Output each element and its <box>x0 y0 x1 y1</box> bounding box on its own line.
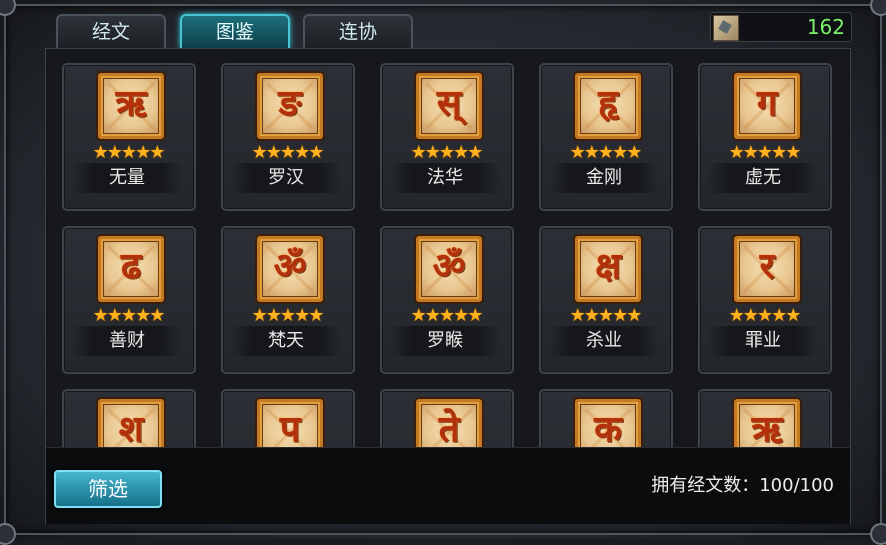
sanskrit-glyph: र <box>759 245 775 287</box>
frame-rivet-icon <box>870 523 886 545</box>
filter-button[interactable]: 筛选 <box>54 470 162 508</box>
sutra-emblem-icon: क <box>575 399 641 447</box>
star-rating: ★★★★★ <box>237 306 339 326</box>
sutra-name: 梵天 <box>231 326 341 356</box>
frame-rivet-icon <box>0 523 16 545</box>
star-rating: ★★★★★ <box>396 306 498 326</box>
sutra-card[interactable]: स् ★★★★★ 法华 <box>380 63 514 211</box>
sanskrit-glyph: प <box>279 408 301 447</box>
sanskrit-glyph: ङ <box>278 82 302 124</box>
sanskrit-glyph: स् <box>436 82 462 124</box>
sutra-name: 杀业 <box>549 326 659 356</box>
sutra-card[interactable]: क्ष ★★★★★ 杀业 <box>539 226 673 374</box>
sanskrit-glyph: क <box>594 408 622 447</box>
sutra-card[interactable]: प <box>221 389 355 447</box>
sutra-card[interactable]: ऋ ★★★★★ 无量 <box>62 63 196 211</box>
resource-counter: 162 <box>710 12 852 42</box>
star-rating: ★★★★★ <box>396 143 498 163</box>
star-icon: ★ <box>308 142 325 163</box>
sutra-card[interactable]: हृ ★★★★★ 金刚 <box>539 63 673 211</box>
tab-sutras[interactable]: 经文 <box>56 14 166 48</box>
star-icon: ★ <box>626 142 643 163</box>
star-rating: ★★★★★ <box>78 306 180 326</box>
sutra-emblem-icon: हृ <box>575 73 641 139</box>
tab-synergy[interactable]: 连协 <box>303 14 413 48</box>
sanskrit-glyph: ॐ <box>432 245 466 287</box>
sutra-name: 罗睺 <box>390 326 500 356</box>
sanskrit-glyph: ऋ <box>751 408 783 447</box>
sutra-emblem-icon: स् <box>416 73 482 139</box>
sutra-emblem-icon: ङ <box>257 73 323 139</box>
sutra-name: 金刚 <box>549 163 659 193</box>
sanskrit-glyph: ते <box>438 408 460 447</box>
sutra-card[interactable]: ग ★★★★★ 虚无 <box>698 63 832 211</box>
sutra-emblem-icon: क्ष <box>575 236 641 302</box>
sanskrit-glyph: ग <box>756 82 778 124</box>
sutra-card[interactable]: ऋ <box>698 389 832 447</box>
star-rating: ★★★★★ <box>78 143 180 163</box>
owned-count: 拥有经文数：100/100 <box>651 475 834 496</box>
star-icon: ★ <box>785 305 802 326</box>
card-grid[interactable]: ऋ ★★★★★ 无量 ङ ★★★★★ 罗汉 स् ★★★★★ 法华 हृ ★★★★★ 金刚 ग ★★★★★… <box>46 49 850 447</box>
star-rating: ★★★★★ <box>714 143 816 163</box>
star-rating: ★★★★★ <box>555 306 657 326</box>
bottom-bar: 筛选 拥有经文数：100/100 <box>46 447 850 524</box>
sutra-name: 虚无 <box>708 163 818 193</box>
sutra-emblem-icon: ऋ <box>98 73 164 139</box>
sanskrit-glyph: ॐ <box>273 245 307 287</box>
sutra-card[interactable]: श <box>62 389 196 447</box>
sutra-emblem-icon: ग <box>734 73 800 139</box>
sutra-emblem-icon: श <box>98 399 164 447</box>
sutra-name: 善财 <box>72 326 182 356</box>
sutra-emblem-icon: ते <box>416 399 482 447</box>
sutra-emblem-icon: ऋ <box>734 399 800 447</box>
sutra-card[interactable]: ङ ★★★★★ 罗汉 <box>221 63 355 211</box>
sutra-name: 无量 <box>72 163 182 193</box>
sutra-emblem-icon: ढ <box>98 236 164 302</box>
sutra-emblem-icon: ॐ <box>416 236 482 302</box>
sutra-emblem-icon: र <box>734 236 800 302</box>
sutra-card[interactable]: ॐ ★★★★★ 梵天 <box>221 226 355 374</box>
sutra-emblem-icon: ॐ <box>257 236 323 302</box>
star-icon: ★ <box>467 305 484 326</box>
star-rating: ★★★★★ <box>555 143 657 163</box>
sanskrit-glyph: ढ <box>120 245 142 287</box>
collection-panel: ऋ ★★★★★ 无量 ङ ★★★★★ 罗汉 स् ★★★★★ 法华 हृ ★★★★★ 金刚 ग ★★★★★… <box>45 48 851 524</box>
tab-collection[interactable]: 图鉴 <box>180 14 290 48</box>
star-icon: ★ <box>785 142 802 163</box>
sutra-name: 法华 <box>390 163 500 193</box>
resource-value: 162 <box>806 15 845 39</box>
star-rating: ★★★★★ <box>714 306 816 326</box>
sutra-emblem-icon: प <box>257 399 323 447</box>
star-icon: ★ <box>626 305 643 326</box>
star-icon: ★ <box>308 305 325 326</box>
sanskrit-glyph: हृ <box>598 82 618 124</box>
sutra-card[interactable]: र ★★★★★ 罪业 <box>698 226 832 374</box>
sutra-card[interactable]: क <box>539 389 673 447</box>
sanskrit-glyph: श <box>118 408 144 447</box>
star-icon: ★ <box>149 142 166 163</box>
sanskrit-glyph: ऋ <box>115 82 147 124</box>
sutra-name: 罪业 <box>708 326 818 356</box>
sutra-card[interactable]: ढ ★★★★★ 善财 <box>62 226 196 374</box>
scroll-map-icon <box>713 15 739 41</box>
sutra-card[interactable]: ॐ ★★★★★ 罗睺 <box>380 226 514 374</box>
sutra-card[interactable]: ते <box>380 389 514 447</box>
sanskrit-glyph: क्ष <box>595 245 621 287</box>
sutra-name: 罗汉 <box>231 163 341 193</box>
star-rating: ★★★★★ <box>237 143 339 163</box>
star-icon: ★ <box>149 305 166 326</box>
star-icon: ★ <box>467 142 484 163</box>
